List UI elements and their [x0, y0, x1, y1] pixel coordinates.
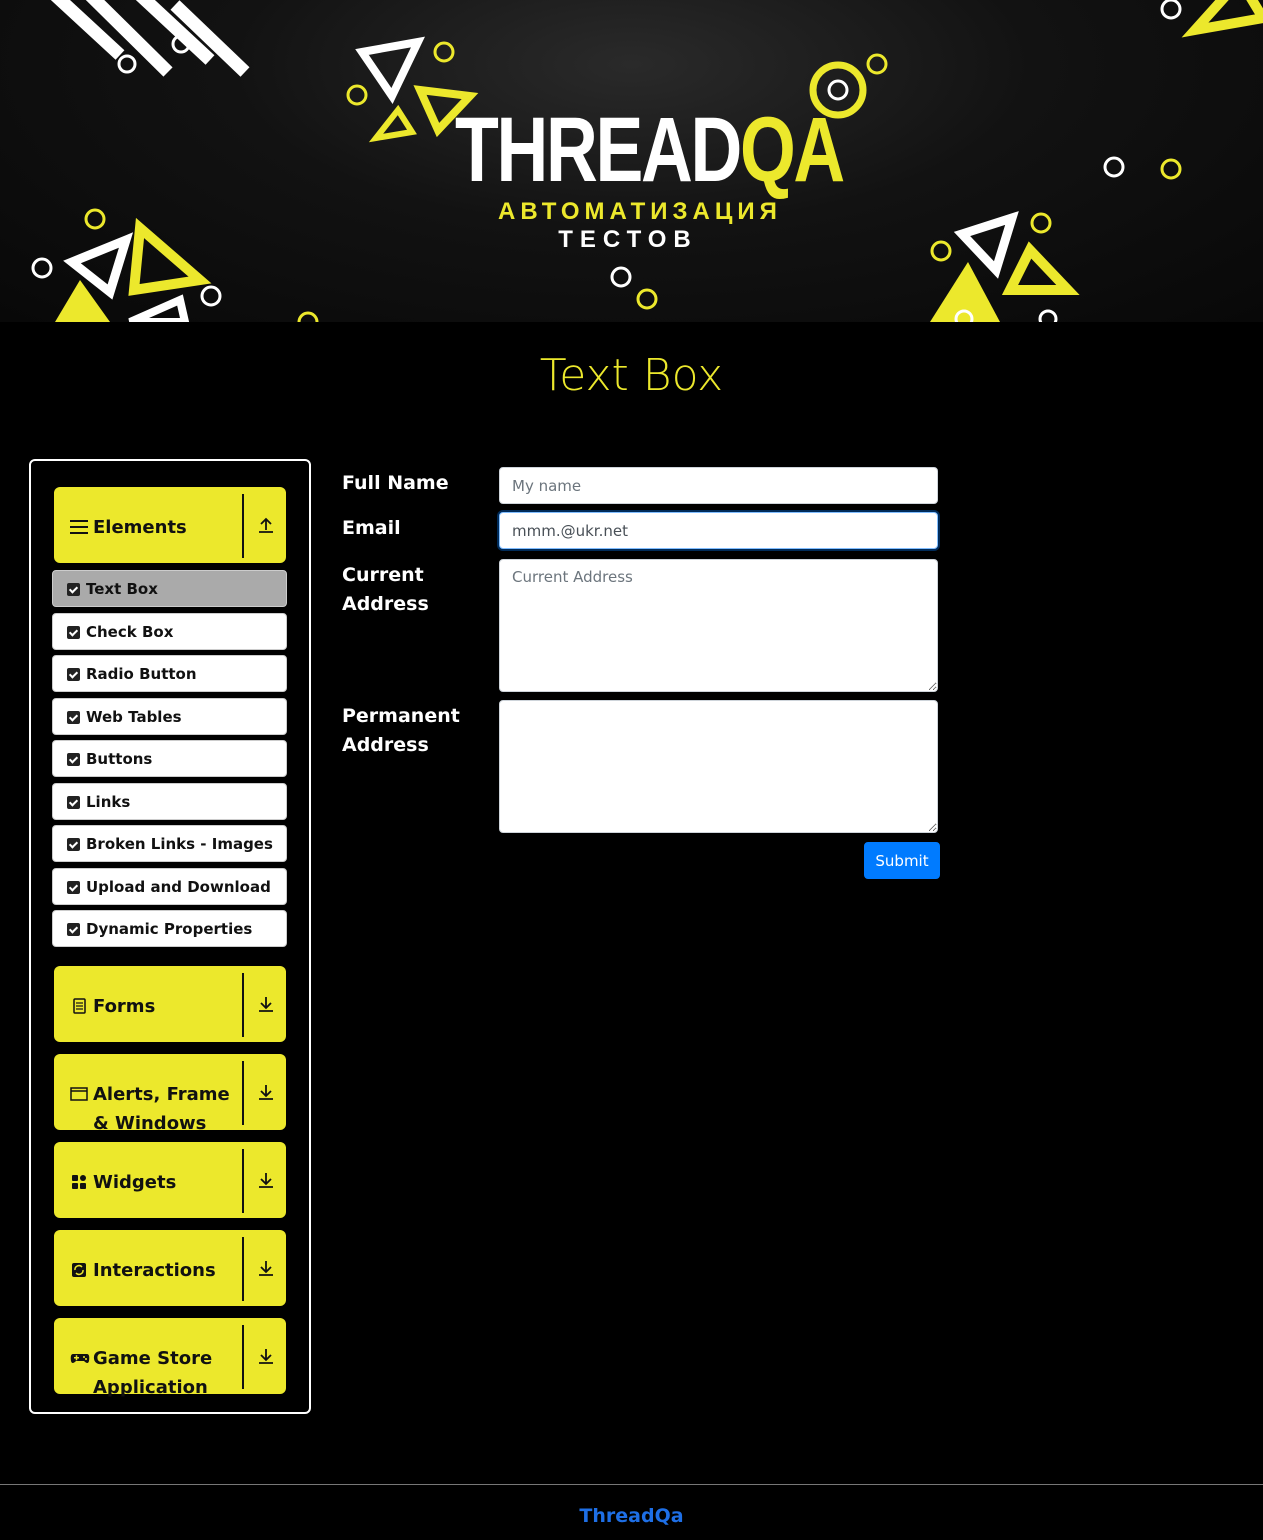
sidebar-item-text-box[interactable]: Text Box	[52, 570, 287, 607]
check-icon	[67, 626, 80, 639]
logo-subtitle-1: АВТОМАТИЗАЦИЯ	[498, 198, 782, 225]
sidebar-item-web-tables[interactable]: Web Tables	[52, 698, 287, 735]
arrow-down-icon[interactable]	[257, 995, 275, 1013]
sidebar-item-dynamic-properties[interactable]: Dynamic Properties	[52, 910, 287, 947]
sidebar-item-links[interactable]: Links	[52, 783, 287, 820]
check-icon	[67, 796, 80, 809]
group-header-game-store[interactable]: Game Store Application	[54, 1318, 286, 1398]
window-icon	[70, 1087, 88, 1101]
footer: ThreadQa	[0, 1484, 1263, 1540]
header-banner: THREADQA АВТОМАТИЗАЦИЯ ТЕСТОВ	[0, 0, 1263, 322]
logo-text-yellow: QA	[739, 99, 845, 201]
arrow-up-icon[interactable]	[257, 516, 275, 534]
group-header-interactions[interactable]: Interactions	[54, 1230, 286, 1306]
sidebar-menu: Elements Text Box Check Box Radio Button…	[29, 459, 311, 1414]
group-label: Interactions	[93, 1260, 216, 1281]
group-label: Forms	[93, 996, 156, 1017]
group-label: Elements	[93, 517, 187, 538]
sidebar-item-radio-button[interactable]: Radio Button	[52, 655, 287, 692]
email-input[interactable]	[499, 512, 938, 549]
submit-button[interactable]: Submit	[864, 842, 940, 879]
logo-subtitle-2: ТЕСТОВ	[558, 226, 698, 253]
arrow-down-icon[interactable]	[257, 1083, 275, 1101]
grid-icon	[72, 1175, 86, 1189]
item-label: Broken Links - Images	[86, 835, 273, 853]
item-label: Web Tables	[86, 708, 182, 726]
divider	[242, 1325, 244, 1389]
email-label: Email	[342, 517, 401, 539]
sidebar-item-upload-download[interactable]: Upload and Download	[52, 868, 287, 905]
full-name-label: Full Name	[342, 472, 449, 494]
logo: THREADQA	[455, 104, 845, 196]
check-icon	[67, 711, 80, 724]
group-header-widgets[interactable]: Widgets	[54, 1142, 286, 1218]
current-address-textarea[interactable]	[499, 559, 938, 692]
repeat-icon	[72, 1263, 86, 1277]
group-label: Widgets	[93, 1172, 177, 1193]
sidebar-item-buttons[interactable]: Buttons	[52, 740, 287, 777]
permanent-address-label: Permanent Address	[342, 705, 460, 756]
item-label: Dynamic Properties	[86, 920, 253, 938]
gamepad-icon	[70, 1354, 90, 1363]
logo-text-white: THREAD	[455, 99, 742, 201]
check-icon	[67, 923, 80, 936]
group-label: Game Store Application	[93, 1348, 213, 1398]
full-name-input[interactable]	[499, 467, 938, 504]
divider	[242, 494, 244, 558]
item-label: Check Box	[86, 623, 174, 641]
divider	[242, 1149, 244, 1213]
check-icon	[67, 668, 80, 681]
menu-icon	[70, 520, 88, 534]
group-header-elements[interactable]: Elements	[54, 487, 286, 563]
current-address-label: Current Address	[342, 564, 429, 615]
check-icon	[67, 753, 80, 766]
arrow-down-icon[interactable]	[257, 1171, 275, 1189]
group-label: Alerts, Frame & Windows	[93, 1084, 230, 1134]
page-title: Text Box	[539, 350, 724, 401]
group-header-forms[interactable]: Forms	[54, 966, 286, 1042]
permanent-address-textarea[interactable]	[499, 700, 938, 833]
sidebar-item-check-box[interactable]: Check Box	[52, 613, 287, 650]
item-label: Upload and Download	[86, 878, 271, 896]
divider	[242, 1237, 244, 1301]
check-icon	[67, 881, 80, 894]
divider	[242, 1061, 244, 1125]
arrow-down-icon[interactable]	[257, 1259, 275, 1277]
item-label: Links	[86, 793, 131, 811]
arrow-down-icon[interactable]	[257, 1347, 275, 1365]
document-icon	[73, 998, 86, 1014]
check-icon	[67, 838, 80, 851]
group-header-alerts[interactable]: Alerts, Frame & Windows	[54, 1054, 286, 1134]
sidebar-item-broken-links[interactable]: Broken Links - Images	[52, 825, 287, 862]
divider	[242, 973, 244, 1037]
item-label: Radio Button	[86, 665, 197, 683]
item-label: Buttons	[86, 750, 153, 768]
check-icon	[67, 583, 80, 596]
footer-link[interactable]: ThreadQa	[0, 1505, 1263, 1527]
item-label: Text Box	[86, 580, 158, 598]
